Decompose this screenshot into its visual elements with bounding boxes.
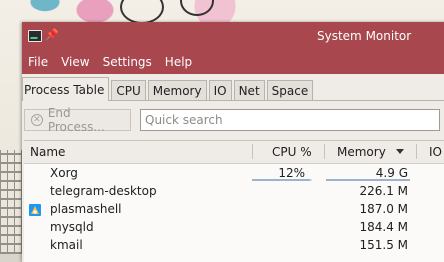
- column-separator[interactable]: [252, 144, 253, 159]
- sort-descending-icon: [396, 149, 404, 154]
- column-header-memory[interactable]: Memory: [337, 145, 386, 159]
- plasma-icon: [29, 204, 41, 216]
- table-header: Name CPU % Memory IO: [24, 141, 444, 164]
- process-name: Xorg: [50, 166, 78, 180]
- menu-help[interactable]: Help: [165, 55, 192, 69]
- table-row[interactable]: mysqld 184.4 M: [24, 218, 444, 236]
- tab-net[interactable]: Net: [233, 80, 265, 100]
- menu-file[interactable]: File: [28, 55, 48, 69]
- menu-settings[interactable]: Settings: [103, 55, 152, 69]
- end-process-button[interactable]: ✕ End Process...: [24, 106, 131, 134]
- table-row[interactable]: Xorg 12% 4.9 G: [24, 164, 444, 182]
- column-header-name[interactable]: Name: [30, 145, 65, 159]
- menu-view[interactable]: View: [61, 55, 89, 69]
- process-memory: 187.0 M: [359, 202, 408, 216]
- title-bar[interactable]: 📌 System Monitor: [22, 22, 444, 50]
- tab-cpu[interactable]: CPU: [111, 80, 146, 100]
- column-separator[interactable]: [416, 144, 417, 159]
- table-row[interactable]: plasmashell 187.0 M: [24, 200, 444, 218]
- wallpaper-stroke: [120, 0, 164, 24]
- tab-process-table[interactable]: Process Table: [22, 77, 110, 101]
- table-row[interactable]: telegram-desktop 226.1 M: [24, 182, 444, 200]
- window-title: System Monitor: [317, 29, 412, 43]
- process-name: mysqld: [50, 220, 94, 234]
- quick-search-input[interactable]: [140, 109, 440, 131]
- table-row[interactable]: kmail 151.5 M: [24, 236, 444, 254]
- pin-icon[interactable]: 📌: [45, 28, 59, 41]
- tab-bar: Process Table CPU Memory IO Net Space: [22, 74, 444, 101]
- process-name: kmail: [50, 238, 83, 252]
- column-header-io[interactable]: IO: [429, 145, 442, 159]
- column-header-cpu[interactable]: CPU %: [272, 145, 312, 159]
- tab-memory[interactable]: Memory: [147, 80, 207, 100]
- column-separator[interactable]: [324, 144, 325, 159]
- tab-space[interactable]: Space: [266, 80, 314, 100]
- end-process-label: End Process...: [47, 106, 105, 134]
- memory-usage-bar: [326, 179, 410, 181]
- process-memory: 184.4 M: [359, 220, 408, 234]
- process-memory: 226.1 M: [359, 184, 408, 198]
- wallpaper-stroke: [180, 0, 214, 16]
- process-name: telegram-desktop: [50, 184, 157, 198]
- system-monitor-icon[interactable]: [28, 30, 42, 42]
- system-monitor-window: 📌 System Monitor File View Settings Help…: [22, 22, 444, 262]
- menu-bar: File View Settings Help: [22, 50, 444, 74]
- process-memory: 151.5 M: [359, 238, 408, 252]
- process-table[interactable]: Name CPU % Memory IO Xorg 12% 4.9 G tele…: [24, 140, 444, 262]
- wallpaper-doodle: [0, 150, 22, 254]
- process-name: plasmashell: [50, 202, 122, 216]
- process-cpu: 12%: [278, 166, 305, 180]
- cpu-usage-bar: [252, 179, 312, 181]
- close-icon: ✕: [31, 114, 43, 126]
- tab-io[interactable]: IO: [208, 80, 232, 100]
- process-memory: 4.9 G: [375, 166, 408, 180]
- process-toolbar: ✕ End Process...: [22, 101, 444, 139]
